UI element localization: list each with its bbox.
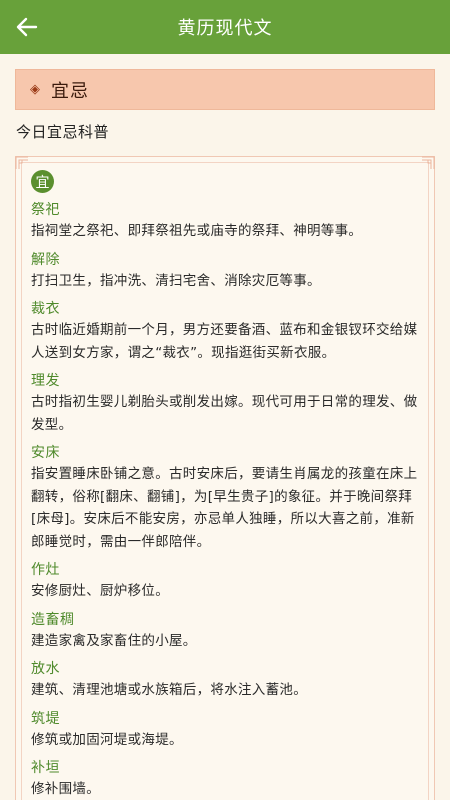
yi-card: 宜 祭祀指祠堂之祭祀、即拜祭祖先或庙寺的祭拜、神明等事。 解除打扫卫生，指冲洗、清… bbox=[15, 156, 435, 800]
list-item: 作灶安修厨灶、厨炉移位。 bbox=[31, 560, 426, 603]
entry-description: 指祠堂之祭祀、即拜祭祖先或庙寺的祭拜、神明等事。 bbox=[31, 223, 363, 239]
entry-name: 造畜稠 bbox=[31, 611, 75, 628]
yi-badge: 宜 bbox=[31, 170, 54, 193]
section-title: 宜忌 bbox=[51, 80, 89, 102]
entry-description: 修补围墙。 bbox=[31, 781, 100, 797]
entry-name: 安床 bbox=[31, 445, 60, 461]
entry-description: 古时临近婚期前一个月，男方还要备酒、蓝布和金银钗环交给媒人送到女方家，谓之“裁衣… bbox=[31, 322, 418, 361]
entry-name: 裁衣 bbox=[31, 301, 60, 317]
list-item: 补垣 修补围墙。 bbox=[31, 758, 426, 800]
list-item: 祭祀指祠堂之祭祀、即拜祭祖先或庙寺的祭拜、神明等事。 bbox=[31, 200, 426, 243]
entry-name: 作灶 bbox=[31, 562, 60, 578]
list-item: 造畜稠建造家禽及家畜住的小屋。 bbox=[31, 610, 426, 653]
section-header: ◈ 宜忌 bbox=[15, 69, 435, 110]
entry-name: 祭祀 bbox=[31, 202, 60, 218]
entry-name: 解除 bbox=[31, 251, 60, 268]
entry-name: 放水 bbox=[31, 661, 60, 677]
intro-text: 今日宜忌科普 bbox=[16, 123, 110, 141]
corner-ornament-icon bbox=[15, 156, 28, 169]
diamond-icon: ◈ bbox=[30, 82, 40, 97]
entry-description: 建造家禽及家畜住的小屋。 bbox=[31, 632, 197, 649]
list-item: 理发古时指初生婴儿剃胎头或削发出嫁。现代可用于日常的理发、做发型。 bbox=[31, 371, 426, 436]
list-item: 放水建筑、清理池塘或水族箱后，将水注入蓄池。 bbox=[31, 659, 426, 702]
entry-description: 指安置睡床卧铺之意。古时安床后，要请生肖属龙的孩童在床上翻转，俗称[翻床、翻铺]… bbox=[31, 466, 418, 550]
entry-name: 筑堤 bbox=[31, 710, 60, 727]
entry-list: 祭祀指祠堂之祭祀、即拜祭祖先或庙寺的祭拜、神明等事。 解除打扫卫生，指冲洗、清扫宅… bbox=[31, 200, 426, 800]
list-item: 裁衣古时临近婚期前一个月，男方还要备酒、蓝布和金银钗环交给媒人送到女方家，谓之“… bbox=[31, 299, 426, 364]
entry-description: 打扫卫生，指冲洗、清扫宅舍、消除灾厄等事。 bbox=[31, 272, 321, 289]
list-item: 解除打扫卫生，指冲洗、清扫宅舍、消除灾厄等事。 bbox=[31, 250, 426, 293]
corner-ornament-icon bbox=[422, 156, 435, 169]
back-button[interactable] bbox=[8, 8, 46, 46]
list-item: 筑堤修筑或加固河堤或海堤。 bbox=[31, 709, 426, 752]
list-item: 安床指安置睡床卧铺之意。古时安床后，要请生肖属龙的孩童在床上翻转，俗称[翻床、翻… bbox=[31, 443, 426, 553]
entry-name: 理发 bbox=[31, 373, 60, 389]
entry-description: 安修厨灶、厨炉移位。 bbox=[31, 583, 169, 599]
page-title: 黄历现代文 bbox=[177, 18, 273, 39]
arrow-left-icon bbox=[16, 17, 38, 37]
entry-description: 修筑或加固河堤或海堤。 bbox=[31, 731, 183, 748]
entry-name: 补垣 bbox=[31, 760, 60, 776]
top-app-bar: 黄历现代文 bbox=[0, 0, 450, 54]
entry-description: 建筑、清理池塘或水族箱后，将水注入蓄池。 bbox=[31, 682, 307, 698]
entry-description: 古时指初生婴儿剃胎头或削发出嫁。现代可用于日常的理发、做发型。 bbox=[31, 394, 418, 433]
